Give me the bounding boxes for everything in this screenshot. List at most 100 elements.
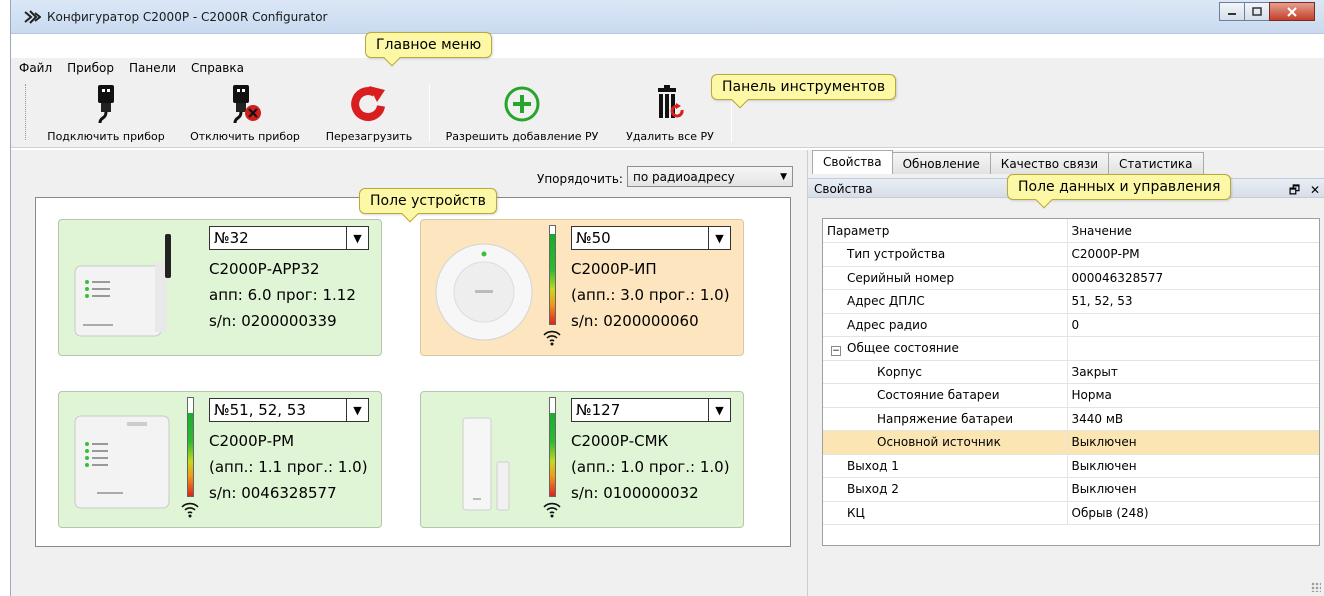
address-select[interactable]: №51, 52, 53 ▼ [209, 398, 369, 422]
tab-link-quality[interactable]: Качество связи [989, 152, 1110, 174]
tab-update[interactable]: Обновление [891, 152, 991, 174]
property-name: Основной источник [823, 430, 1068, 455]
resize-grip[interactable] [1311, 582, 1321, 592]
property-value: 0 [1067, 313, 1319, 337]
property-value: 51, 52, 53 [1067, 289, 1319, 314]
property-name: Выход 2 [823, 477, 1068, 502]
device-card[interactable]: №51, 52, 53 ▼ С2000Р-РМ (апп.: 1.1 прог.… [58, 391, 382, 528]
close-button[interactable] [1269, 2, 1315, 21]
toolbar: Подключить прибор Отключить прибор Перез… [11, 78, 1324, 148]
address-select[interactable]: №50 ▼ [571, 226, 731, 250]
table-row[interactable]: Серийный номер 000046328577 [823, 266, 1319, 290]
delete-all-button[interactable]: Удалить все РУ [615, 78, 725, 148]
property-name: КЦ [823, 501, 1068, 525]
address-select[interactable]: №127 ▼ [571, 398, 731, 422]
chevron-down-icon: ▼ [780, 172, 787, 182]
signal-level-bar [549, 225, 556, 325]
float-window-icon[interactable]: 🗗 [1289, 183, 1300, 197]
relay-module-image [74, 415, 170, 509]
menu-panels[interactable]: Панели [121, 58, 183, 78]
title-bar: Конфигуратор С2000Р - C2000R Configurato… [11, 0, 1324, 34]
table-row-selected[interactable]: Основной источник Выключен [823, 430, 1319, 455]
sort-value: по радиоадресу [633, 170, 735, 184]
table-row[interactable]: Адрес радио 0 [823, 313, 1319, 337]
properties-grid: Параметр Значение Тип устройства С2000Р-… [822, 218, 1320, 546]
device-serial: s/n: 0100000032 [571, 484, 699, 502]
device-serial: s/n: 0200000339 [209, 312, 337, 330]
minimize-button[interactable] [1219, 2, 1245, 21]
property-name: Выход 1 [823, 454, 1068, 478]
smoke-detector-image [435, 243, 533, 341]
sort-select[interactable]: по радиоадресу ▼ [627, 166, 793, 187]
allow-add-button[interactable]: Разрешить добавление РУ [437, 78, 607, 148]
table-row[interactable]: Корпус Закрыт [823, 360, 1319, 384]
property-value: Выключен [1067, 430, 1319, 455]
property-name: Адрес ДПЛС [823, 289, 1068, 314]
signal-level-empty [550, 226, 555, 234]
toolbar-separator [429, 84, 430, 142]
table-row[interactable]: Состояние батареи Норма [823, 383, 1319, 408]
table-row[interactable]: Выход 1 Выключен [823, 454, 1319, 478]
chevron-down-icon: ▼ [708, 399, 730, 421]
disconnect-device-button[interactable]: Отключить прибор [181, 78, 309, 148]
property-value: Обрыв (248) [1067, 501, 1319, 525]
table-row-group[interactable]: − Общее состояние [823, 336, 1319, 361]
window-controls [1219, 2, 1315, 21]
signal-level-empty [188, 398, 193, 413]
table-row[interactable]: Адрес ДПЛС 51, 52, 53 [823, 289, 1319, 314]
close-icon[interactable]: ✕ [1310, 183, 1320, 197]
close-icon [1287, 6, 1297, 17]
connect-device-button[interactable]: Подключить прибор [37, 78, 175, 148]
property-name: Серийный номер [823, 266, 1068, 290]
table-row[interactable]: Напряжение батареи 3440 мВ [823, 407, 1319, 431]
app-window: Конфигуратор С2000Р - C2000R Configurato… [10, 0, 1324, 596]
device-card[interactable]: №50 ▼ С2000Р-ИП (апп.: 3.0 прог.: 1.0) s… [420, 219, 744, 356]
table-row[interactable]: КЦ Обрыв (248) [823, 501, 1319, 525]
menu-file[interactable]: Файл [11, 58, 59, 78]
table-header: Параметр Значение [823, 219, 1319, 243]
tab-statistics[interactable]: Статистика [1108, 152, 1204, 174]
property-value: 3440 мВ [1067, 407, 1319, 431]
reboot-label: Перезагрузить [325, 130, 413, 143]
allow-add-label: Разрешить добавление РУ [445, 130, 599, 143]
address-select[interactable]: №32 ▼ [209, 226, 369, 250]
collapse-icon[interactable]: − [831, 345, 841, 356]
tab-properties[interactable]: Свойства [812, 150, 893, 174]
data-panel: Свойства Обновление Качество связи Стати… [807, 150, 1324, 596]
table-row[interactable]: Тип устройства С2000Р-РМ [823, 242, 1319, 267]
chevron-down-icon: ▼ [346, 399, 368, 421]
device-version: (апп.: 3.0 прог.: 1.0) [571, 286, 730, 304]
signal-level-empty [550, 398, 555, 413]
trash-icon [658, 85, 684, 118]
address-value: №50 [576, 229, 611, 247]
usb-disconnect-icon [233, 85, 261, 124]
device-name: С2000Р-АРР32 [209, 260, 320, 278]
minimize-icon [1228, 12, 1236, 15]
wifi-icon [543, 330, 561, 346]
menu-help[interactable]: Справка [183, 58, 251, 78]
property-name: Состояние батареи [823, 383, 1068, 408]
chevron-down-icon: ▼ [346, 227, 368, 249]
tab-strip: Свойства Обновление Качество связи Стати… [812, 150, 1204, 174]
reboot-button[interactable]: Перезагрузить [315, 78, 423, 148]
property-value: Норма [1067, 383, 1319, 408]
table-row[interactable]: Выход 2 Выключен [823, 477, 1319, 502]
callout-data-panel-text: Поле данных и управления [1018, 179, 1221, 195]
column-header-parameter: Параметр [823, 219, 1068, 243]
column-header-value: Значение [1067, 219, 1319, 243]
maximize-icon [1252, 7, 1262, 16]
toolbar-grip[interactable] [25, 84, 28, 140]
device-name: С2000Р-СМК [571, 432, 669, 450]
repeater-device-image [74, 234, 171, 337]
disconnect-device-label: Отключить прибор [190, 130, 300, 143]
window-title: Конфигуратор С2000Р - C2000R Configurato… [47, 10, 328, 24]
panel-controls: 🗗 ✕ [1289, 181, 1320, 202]
maximize-button[interactable] [1244, 2, 1270, 21]
property-value [1067, 336, 1319, 361]
device-name: С2000Р-ИП [571, 260, 657, 278]
device-card[interactable]: №32 ▼ С2000Р-АРР32 апп: 6.0 прог: 1.12 s… [58, 219, 382, 356]
signal-level-bar [187, 397, 194, 497]
property-value: С2000Р-РМ [1067, 242, 1319, 267]
menu-device[interactable]: Прибор [59, 58, 121, 78]
device-card[interactable]: №127 ▼ С2000Р-СМК (апп.: 1.0 прог.: 1.0)… [420, 391, 744, 528]
